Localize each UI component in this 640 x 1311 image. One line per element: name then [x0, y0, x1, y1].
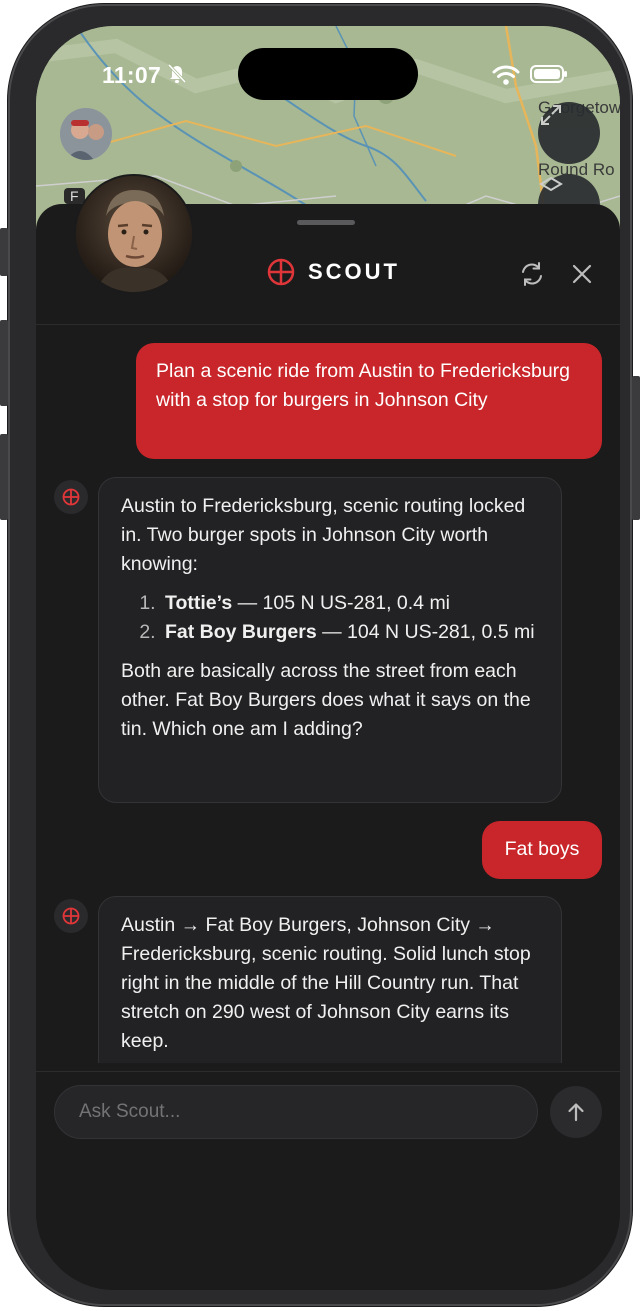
scout-message-outro: Both are basically across the street fro…: [121, 660, 531, 740]
place-name: Tottie’s: [165, 592, 233, 614]
scout-message: Austin → Fat Boy Burgers, Johnson City →…: [98, 896, 562, 1063]
scout-logo-icon: [62, 488, 80, 506]
volume-up-button: [0, 320, 8, 406]
volume-down-button: [0, 434, 8, 520]
scout-message-text: Austin → Fat Boy Burgers, Johnson City →…: [121, 914, 531, 1052]
sheet-grabber[interactable]: [297, 220, 355, 225]
user-message: Fat boys: [482, 821, 602, 879]
list-item: Fat Boy Burgers — 104 N US-281, 0.5 mi: [161, 618, 539, 647]
place-detail: — 104 N US-281, 0.5 mi: [316, 621, 535, 643]
composer-divider: [36, 1071, 620, 1072]
scout-brand: SCOUT: [266, 256, 400, 288]
dynamic-island: [238, 48, 418, 100]
expand-map-button[interactable]: [538, 102, 600, 164]
refresh-button[interactable]: [516, 258, 548, 290]
user-message: Plan a scenic ride from Austin to Freder…: [136, 343, 602, 459]
close-icon: [572, 264, 592, 284]
profile-avatar[interactable]: [60, 108, 112, 160]
phone-frame: Georgetow Round Ro F 11:07: [0, 4, 640, 1306]
scout-message-intro: Austin to Fredericksburg, scenic routing…: [121, 495, 526, 575]
place-detail: — 105 N US-281, 0.4 mi: [232, 592, 451, 614]
bell-slash-icon: [166, 62, 188, 84]
burger-spot-list: Tottie’s — 105 N US-281, 0.4 mi Fat Boy …: [121, 589, 539, 647]
status-time: 11:07: [102, 62, 162, 88]
map-label-partial: F: [64, 188, 85, 204]
battery-icon: [530, 64, 568, 84]
scout-logo-icon: [267, 258, 295, 286]
place-name: Fat Boy Burgers: [165, 621, 317, 643]
scout-message: Austin to Fredericksburg, scenic routing…: [98, 477, 562, 803]
scout-message-avatar: [54, 480, 88, 514]
layers-icon: [539, 176, 563, 192]
ask-scout-input[interactable]: [54, 1085, 538, 1139]
screen: Georgetow Round Ro F 11:07: [36, 26, 620, 1290]
list-item: Tottie’s — 105 N US-281, 0.4 mi: [161, 589, 539, 618]
mute-switch: [0, 228, 8, 276]
message-list[interactable]: Plan a scenic ride from Austin to Freder…: [36, 325, 620, 1063]
wifi-icon: [492, 64, 520, 86]
expand-icon: [541, 105, 561, 125]
scout-logo-icon: [62, 907, 80, 925]
scout-title: SCOUT: [308, 259, 400, 284]
arrow-up-icon: [568, 1103, 584, 1122]
scout-message-avatar: [54, 899, 88, 933]
close-button[interactable]: [566, 258, 598, 290]
scout-chat-sheet: SCOUT Plan a scenic ride from Austin to: [36, 174, 620, 1290]
refresh-icon: [522, 262, 542, 286]
send-button[interactable]: [550, 1086, 602, 1138]
power-button: [632, 376, 640, 520]
scout-avatar: [74, 174, 194, 294]
